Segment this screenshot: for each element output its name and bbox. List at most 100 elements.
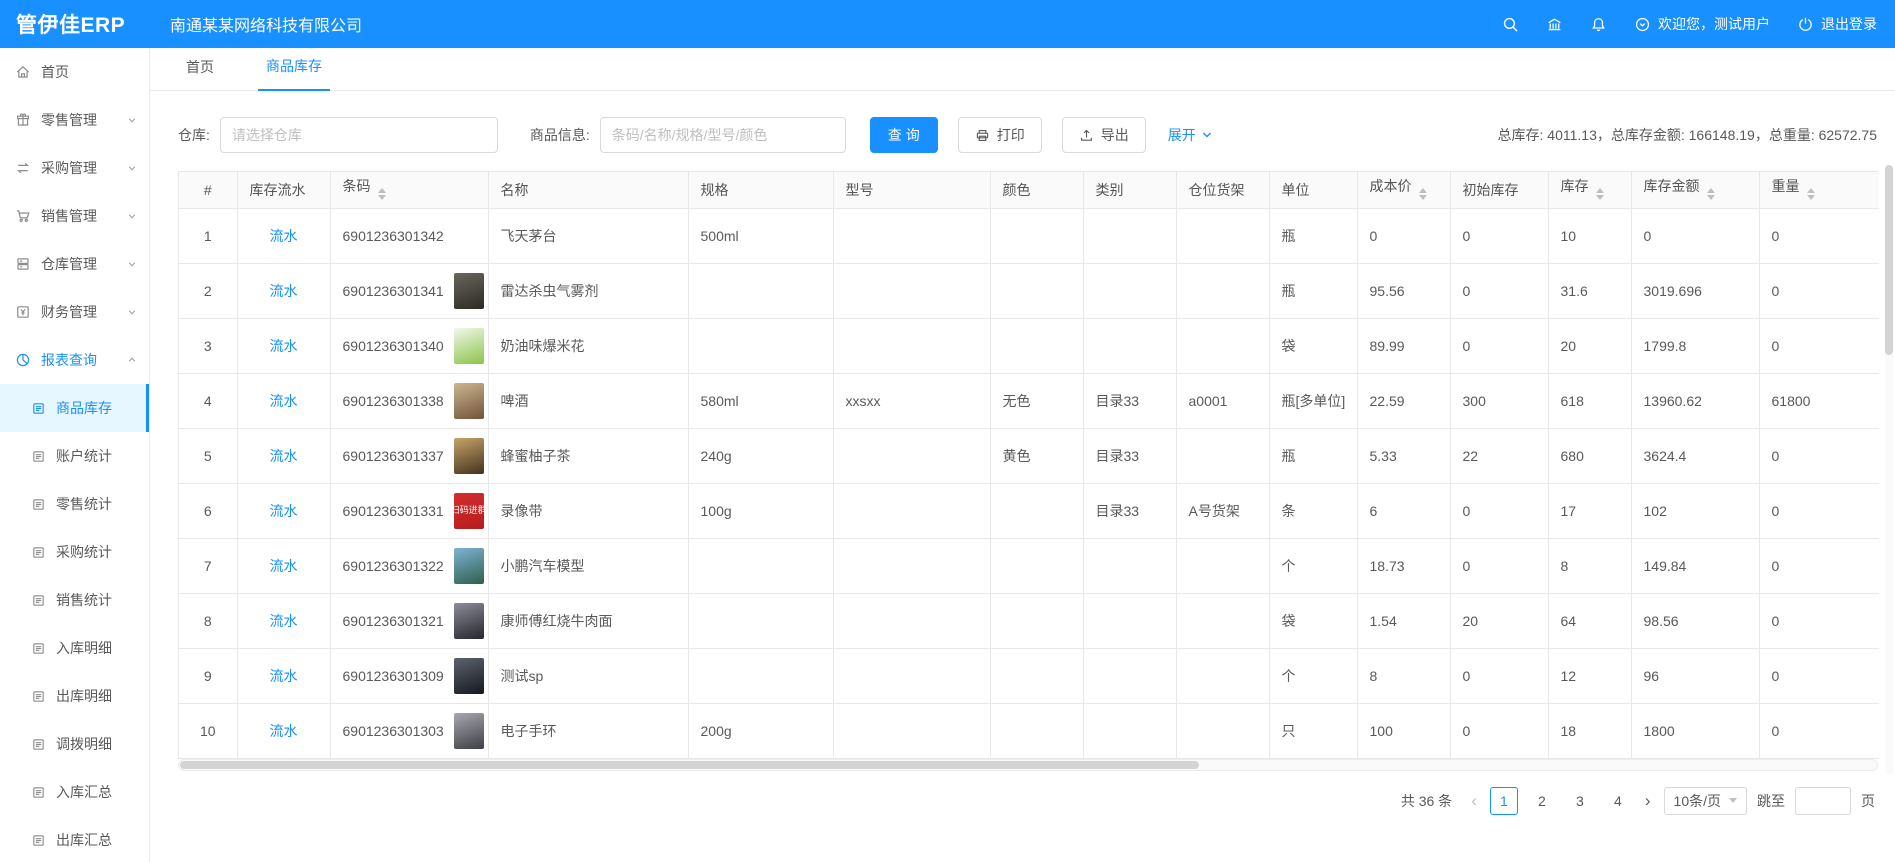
prev-page-arrow[interactable]: ‹ bbox=[1468, 792, 1480, 809]
barcode-cell: 6901236301342 bbox=[343, 228, 444, 244]
chevron-down-icon bbox=[127, 307, 137, 317]
horizontal-scrollbar-thumb[interactable] bbox=[180, 761, 1199, 769]
stock-flow-link[interactable]: 流水 bbox=[270, 393, 298, 409]
stock-flow-link[interactable]: 流水 bbox=[270, 228, 298, 244]
sidebar-item-purchase-stats[interactable]: 采购统计 bbox=[0, 528, 149, 576]
product-name-cell: 康师傅红烧牛肉面 bbox=[488, 593, 688, 648]
spec-cell: 100g bbox=[688, 483, 833, 538]
print-button[interactable]: 打印 bbox=[958, 117, 1042, 153]
warehouse-select[interactable] bbox=[220, 117, 498, 153]
sidebar-item-retail-stats[interactable]: 零售统计 bbox=[0, 480, 149, 528]
unit-cell: 只 bbox=[1269, 703, 1357, 758]
sidebar-item-inbound-summary[interactable]: 入库汇总 bbox=[0, 768, 149, 816]
column-header-14[interactable]: 重量 bbox=[1759, 172, 1879, 208]
vertical-scrollbar-thumb[interactable] bbox=[1885, 165, 1893, 355]
search-icon[interactable] bbox=[1502, 16, 1519, 33]
pagination: 共 36 条 ‹ 1234 › 10条/页 跳至 页 bbox=[150, 787, 1875, 815]
category-cell bbox=[1083, 208, 1176, 263]
horizontal-scrollbar[interactable] bbox=[178, 759, 1878, 771]
bank-icon[interactable] bbox=[1546, 16, 1563, 33]
column-label: 库存金额 bbox=[1644, 178, 1700, 194]
user-welcome[interactable]: 欢迎您，测试用户 bbox=[1634, 14, 1770, 34]
page-button-1[interactable]: 1 bbox=[1490, 787, 1518, 815]
column-header-2[interactable]: 条码 bbox=[330, 172, 488, 208]
stock-amount-cell: 3624.4 bbox=[1631, 428, 1759, 483]
cost-cell: 100 bbox=[1357, 703, 1450, 758]
column-header-13[interactable]: 库存金额 bbox=[1631, 172, 1759, 208]
category-cell bbox=[1083, 318, 1176, 373]
vertical-scrollbar[interactable] bbox=[1885, 165, 1893, 775]
bell-icon[interactable] bbox=[1590, 16, 1607, 33]
next-page-arrow[interactable]: › bbox=[1642, 792, 1654, 809]
unit-cell: 瓶[多单位] bbox=[1269, 373, 1357, 428]
sort-caret-icon[interactable] bbox=[1419, 184, 1427, 204]
column-header-10[interactable]: 成本价 bbox=[1357, 172, 1450, 208]
chevron-down-icon bbox=[127, 163, 137, 173]
stock-flow-link[interactable]: 流水 bbox=[270, 283, 298, 299]
product-info-input[interactable] bbox=[600, 117, 846, 153]
export-button[interactable]: 导出 bbox=[1062, 117, 1146, 153]
column-label: 单位 bbox=[1282, 182, 1310, 198]
sidebar-item-reports[interactable]: 报表查询 bbox=[0, 336, 149, 384]
stock-flow-link[interactable]: 流水 bbox=[270, 448, 298, 464]
sidebar-item-sales-stats[interactable]: 销售统计 bbox=[0, 576, 149, 624]
color-cell bbox=[990, 263, 1083, 318]
page-button-4[interactable]: 4 bbox=[1604, 787, 1632, 815]
sidebar-item-retail[interactable]: 零售管理 bbox=[0, 96, 149, 144]
page-button-2[interactable]: 2 bbox=[1528, 787, 1556, 815]
shelf-cell bbox=[1176, 428, 1269, 483]
stock-flow-link[interactable]: 流水 bbox=[270, 558, 298, 574]
sidebar-item-warehouse[interactable]: 仓库管理 bbox=[0, 240, 149, 288]
column-header-12[interactable]: 库存 bbox=[1548, 172, 1631, 208]
category-cell: 目录33 bbox=[1083, 428, 1176, 483]
logout-button[interactable]: 退出登录 bbox=[1797, 14, 1877, 34]
color-cell bbox=[990, 703, 1083, 758]
sort-caret-icon[interactable] bbox=[1596, 184, 1604, 204]
table-body: 1 流水 6901236301342 飞天茅台 500ml 瓶 0 0 10 0… bbox=[179, 208, 1879, 758]
stock-flow-link[interactable]: 流水 bbox=[270, 723, 298, 739]
jump-page-input[interactable] bbox=[1795, 787, 1851, 815]
column-label: 规格 bbox=[701, 182, 729, 198]
column-header-9: 单位 bbox=[1269, 172, 1357, 208]
barcode-cell: 6901236301309 bbox=[343, 668, 444, 684]
table-header-row: #库存流水条码名称规格型号颜色类别仓位货架单位成本价初始库存库存库存金额重量 bbox=[179, 172, 1879, 208]
stock-flow-link[interactable]: 流水 bbox=[270, 613, 298, 629]
stock-flow-link[interactable]: 流水 bbox=[270, 668, 298, 684]
sidebar-item-home[interactable]: 首页 bbox=[0, 48, 149, 96]
column-label: # bbox=[204, 182, 212, 198]
finance-icon bbox=[15, 304, 31, 320]
sidebar-item-outbound-summary[interactable]: 出库汇总 bbox=[0, 816, 149, 862]
pie-chart-icon bbox=[15, 352, 31, 368]
init-stock-cell: 0 bbox=[1450, 318, 1548, 373]
table-row: 4 流水 6901236301338 啤酒 580ml xxsxx 无色 目录3… bbox=[179, 373, 1879, 428]
page-button-3[interactable]: 3 bbox=[1566, 787, 1594, 815]
tabs-bar: 首页 商品库存 bbox=[150, 48, 1895, 91]
column-header-0: # bbox=[179, 172, 237, 208]
init-stock-cell: 0 bbox=[1450, 263, 1548, 318]
stock-amount-cell: 3019.696 bbox=[1631, 263, 1759, 318]
stock-amount-cell: 102 bbox=[1631, 483, 1759, 538]
page-size-select[interactable]: 10条/页 bbox=[1664, 787, 1747, 815]
stock-flow-link[interactable]: 流水 bbox=[270, 503, 298, 519]
sidebar-item-purchase[interactable]: 采购管理 bbox=[0, 144, 149, 192]
shelf-cell bbox=[1176, 318, 1269, 373]
sidebar-item-inbound-detail[interactable]: 入库明细 bbox=[0, 624, 149, 672]
stock-flow-link[interactable]: 流水 bbox=[270, 338, 298, 354]
sort-caret-icon[interactable] bbox=[378, 184, 386, 204]
init-stock-cell: 20 bbox=[1450, 593, 1548, 648]
product-name-cell: 飞天茅台 bbox=[488, 208, 688, 263]
sidebar-item-product-stock[interactable]: 商品库存 bbox=[0, 384, 149, 432]
sidebar-item-sales[interactable]: 销售管理 bbox=[0, 192, 149, 240]
sort-caret-icon[interactable] bbox=[1807, 184, 1815, 204]
sidebar-item-finance[interactable]: 财务管理 bbox=[0, 288, 149, 336]
sidebar-item-transfer-detail[interactable]: 调拨明细 bbox=[0, 720, 149, 768]
sort-caret-icon[interactable] bbox=[1707, 184, 1715, 204]
expand-link[interactable]: 展开 bbox=[1168, 125, 1213, 145]
tab-product-stock[interactable]: 商品库存 bbox=[258, 56, 330, 91]
color-cell: 无色 bbox=[990, 373, 1083, 428]
search-button[interactable]: 查询 bbox=[870, 117, 938, 153]
sidebar-item-account-stats[interactable]: 账户统计 bbox=[0, 432, 149, 480]
home-icon bbox=[15, 64, 31, 80]
tab-home[interactable]: 首页 bbox=[178, 57, 222, 90]
sidebar-item-outbound-detail[interactable]: 出库明细 bbox=[0, 672, 149, 720]
